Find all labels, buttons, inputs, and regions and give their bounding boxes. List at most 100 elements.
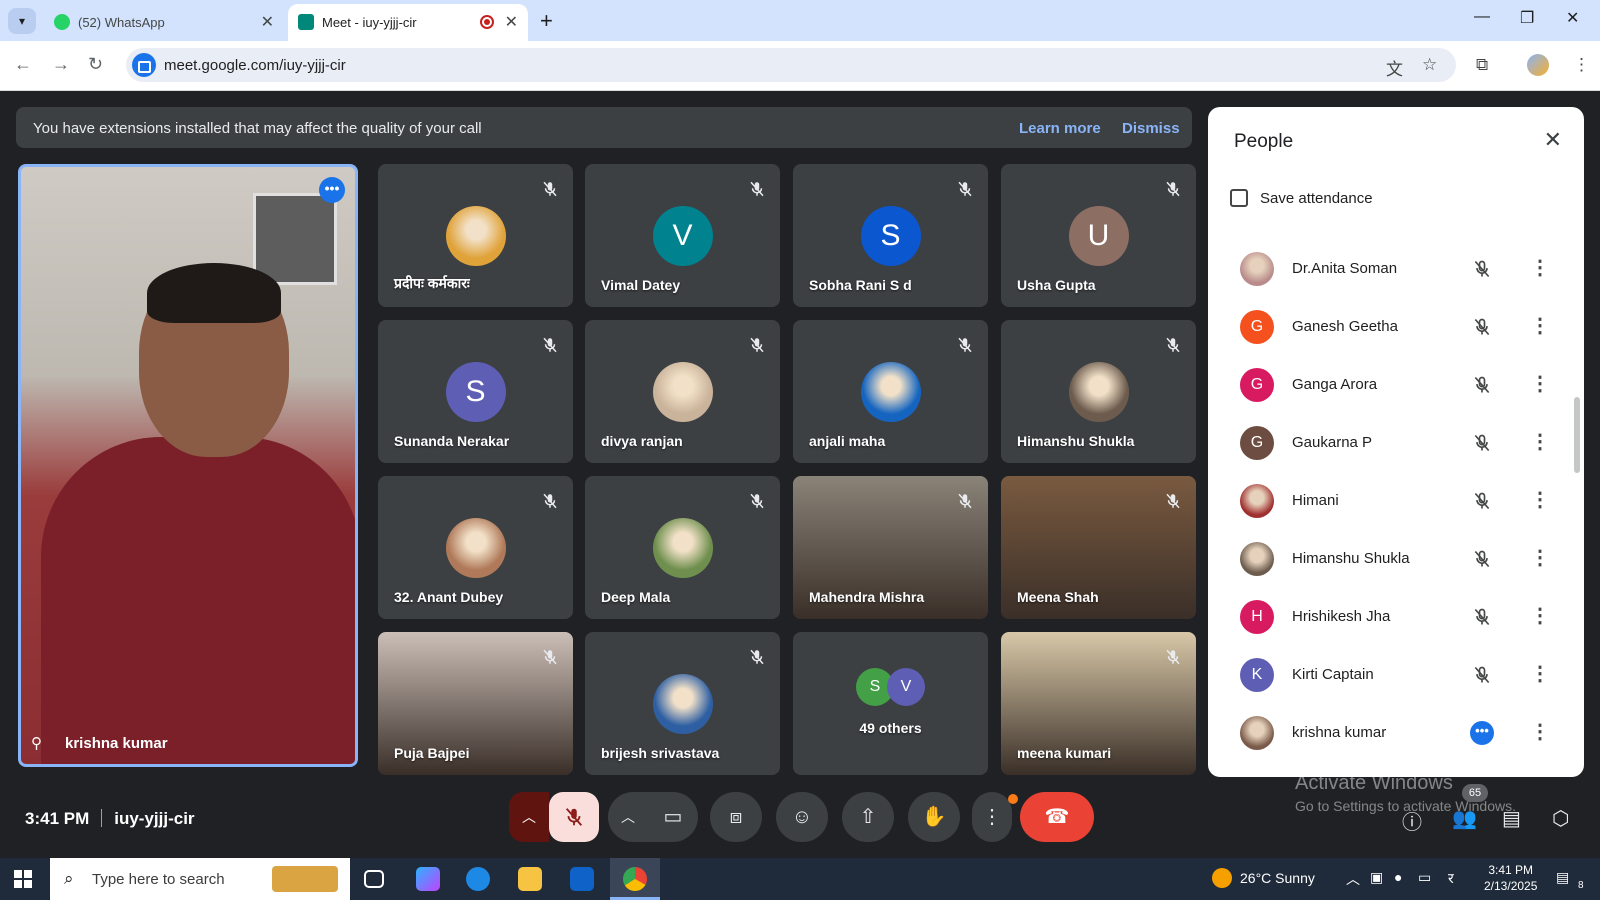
raise-hand-button[interactable]: ✋ [908,792,960,842]
captions-button[interactable]: ⧈ [710,792,762,842]
participant-list-item[interactable]: G Ganesh Geetha ⋮ [1208,297,1584,355]
camera-button[interactable]: ▭ [648,792,698,842]
participant-tile[interactable]: meena kumari [1001,632,1196,775]
weather-text[interactable]: 26°C Sunny [1240,870,1315,886]
participant-avatar: U [1068,206,1129,266]
featured-participant-tile[interactable]: ••• ⚲ krishna kumar [18,164,358,767]
participant-tile[interactable]: 32. Anant Dubey [378,476,573,619]
participant-more-icon[interactable]: ⋮ [1530,661,1550,686]
participant-more-icon[interactable]: ⋮ [1530,429,1550,454]
meet-tray-icon[interactable]: ▣ [1370,869,1383,886]
participant-tile[interactable]: anjali maha [793,320,988,463]
participant-list-item[interactable]: K Kirti Captain ⋮ [1208,645,1584,703]
close-tab-icon[interactable]: ✕ [261,12,274,32]
people-icon[interactable]: 👥 [1452,806,1477,831]
participant-tile[interactable]: V Vimal Datey [585,164,780,307]
participant-list-item[interactable]: Himani ⋮ [1208,471,1584,529]
forward-button[interactable]: → [52,54,70,75]
muted-mic-icon[interactable] [1472,549,1492,569]
participant-tile[interactable]: Himanshu Shukla [1001,320,1196,463]
taskbar-clock[interactable]: 3:41 PM 2/13/2025 [1484,862,1537,894]
tab-meet[interactable]: Meet - iuy-yjjj-cir ✕ [288,4,528,41]
url-field[interactable]: meet.google.com/iuy-yjjj-cir [126,48,1456,82]
new-tab-button[interactable]: + [540,8,553,34]
muted-mic-icon[interactable] [1472,491,1492,511]
windows-start-icon[interactable] [14,870,32,888]
more-options-icon[interactable]: ••• [319,177,345,203]
participant-tile[interactable]: Meena Shah [1001,476,1196,619]
microphone-off-button[interactable] [549,792,599,842]
close-panel-icon[interactable]: ✕ [1544,127,1562,153]
dismiss-button[interactable]: Dismiss [1122,120,1180,137]
restore-button[interactable]: ❐ [1520,8,1534,28]
participant-list-item[interactable]: G Ganga Arora ⋮ [1208,355,1584,413]
muted-mic-icon[interactable] [1472,665,1492,685]
reload-button[interactable]: ↻ [88,54,103,75]
edge-icon[interactable] [466,867,490,891]
participant-tile[interactable]: Deep Mala [585,476,780,619]
chrome-taskbar-button[interactable] [610,858,660,900]
chat-icon[interactable]: ▤ [1502,806,1521,831]
present-screen-button[interactable]: ⇧ [842,792,894,842]
participant-more-icon[interactable]: ⋮ [1530,719,1550,744]
site-info-icon[interactable] [132,53,156,77]
muted-mic-icon[interactable] [1472,375,1492,395]
extensions-icon[interactable]: ⧉ [1476,55,1488,75]
participant-list-item[interactable]: krishna kumar ••• ⋮ [1208,703,1584,761]
emoji-reactions-button[interactable]: ☺ [776,792,828,842]
pin-icon[interactable]: ⚲ [31,734,42,752]
panel-scrollbar[interactable] [1574,397,1580,473]
show-hidden-icons-icon[interactable]: ︿ [1346,869,1360,889]
tab-search-chevron-icon[interactable]: ▾ [8,8,36,34]
battery-icon[interactable]: ▭ [1418,869,1431,886]
bookmark-star-icon[interactable]: ☆ [1422,55,1437,75]
participant-list-item[interactable]: H Hrishikesh Jha ⋮ [1208,587,1584,645]
participant-list-item[interactable]: Himanshu Shukla ⋮ [1208,529,1584,587]
back-button[interactable]: ← [14,54,32,75]
participant-more-icon[interactable]: ⋮ [1530,313,1550,338]
leave-call-button[interactable]: ☎ [1020,792,1094,842]
taskbar-search-box[interactable]: ⌕ Type here to search [50,858,350,900]
participant-tile[interactable]: Puja Bajpei [378,632,573,775]
activities-icon[interactable]: ⬡ [1552,806,1569,831]
participant-tile[interactable]: brijesh srivastava [585,632,780,775]
audio-settings-chevron-icon[interactable]: ︿ [509,792,549,842]
microphone-tray-icon[interactable]: ● [1394,869,1402,885]
participant-tile[interactable]: U Usha Gupta [1001,164,1196,307]
task-view-icon[interactable] [364,870,384,888]
participant-more-icon[interactable]: ⋮ [1530,487,1550,512]
participant-tile[interactable]: प्रदीपः कर्मकारः [378,164,573,307]
muted-mic-icon[interactable] [1472,317,1492,337]
notifications-icon[interactable]: ▤ [1556,869,1569,886]
participant-tile[interactable]: divya ranjan [585,320,780,463]
file-explorer-icon[interactable] [518,867,542,891]
participant-more-icon[interactable]: ⋮ [1530,371,1550,396]
tab-whatsapp[interactable]: (52) WhatsApp ✕ [44,4,284,41]
participant-list-item[interactable]: Dr.Anita Soman ⋮ [1208,239,1584,297]
participant-more-icon[interactable]: ⋮ [1530,545,1550,570]
profile-avatar[interactable] [1527,54,1549,76]
participant-more-icon[interactable]: ⋮ [1530,255,1550,280]
participant-list-item[interactable]: G Gaukarna P ⋮ [1208,413,1584,471]
muted-mic-icon[interactable] [1472,607,1492,627]
more-options-button[interactable]: ⋮ [972,792,1012,842]
close-window-button[interactable]: ✕ [1566,8,1579,28]
participant-tile[interactable]: S Sunanda Nerakar [378,320,573,463]
participant-more-icon[interactable]: ⋮ [1530,603,1550,628]
participant-tile[interactable]: S Sobha Rani S d [793,164,988,307]
outlook-icon[interactable] [570,867,594,891]
meeting-details-icon[interactable]: ⓘ [1402,806,1422,835]
close-tab-icon[interactable]: ✕ [505,12,518,32]
learn-more-link[interactable]: Learn more [1019,120,1101,137]
participant-tile[interactable]: S V 49 others [793,632,988,775]
muted-mic-icon[interactable] [1472,433,1492,453]
translate-icon[interactable]: 文 [1386,55,1403,80]
participant-name: Hrishikesh Jha [1292,608,1391,625]
copilot-icon[interactable] [416,867,440,891]
input-language-icon[interactable]: र [1448,869,1454,888]
participant-tile[interactable]: Mahendra Mishra [793,476,988,619]
participant-name: Meena Shah [1017,589,1099,605]
minimize-button[interactable]: — [1474,8,1490,26]
browser-menu-icon[interactable]: ⋮ [1573,55,1590,75]
muted-mic-icon[interactable] [1472,259,1492,279]
